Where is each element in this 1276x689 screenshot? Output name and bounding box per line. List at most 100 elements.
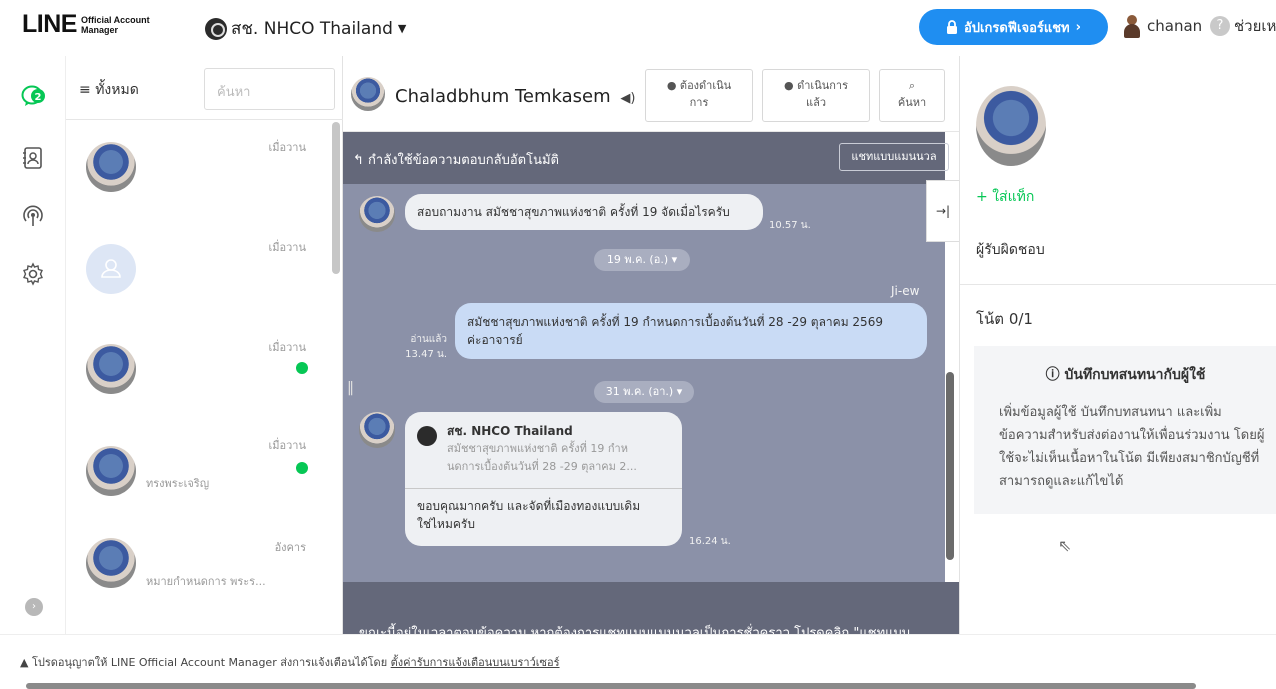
- sender-name: Ji-ew: [891, 284, 920, 298]
- notification-message: ▲ โปรดอนุญาตให้ LINE Official Account Ma…: [20, 653, 560, 671]
- top-header: LINE Official Account Manager สช. NHCO T…: [0, 0, 1276, 56]
- reply-arrow-icon: ↰: [353, 153, 364, 168]
- date-separator[interactable]: 19 พ.ค. (อ.) ▾: [594, 249, 690, 271]
- autoreply-text: ↰ กำลังใช้ข้อความตอบกลับอัตโนมัติ: [353, 149, 559, 170]
- message-time: 10.57 น.: [769, 220, 811, 231]
- divider: [960, 284, 1276, 285]
- caret-down-icon: ▼: [397, 22, 407, 35]
- chat-list-scrollbar[interactable]: [332, 122, 340, 274]
- contact-avatar: [86, 344, 136, 394]
- chat-list-header: ≡ ทั้งหมด ค้นหา: [66, 56, 343, 120]
- chat-list-item[interactable]: เมื่อวาน: [66, 224, 328, 326]
- notes-empty-state: ⓘ บันทึกบทสนทนากับผู้ใช้ เพิ่มข้อมูลผู้ใ…: [974, 346, 1276, 514]
- unread-dot: [296, 462, 308, 474]
- chat-badge: 2: [35, 92, 42, 103]
- chat-preview: หมายกำหนดการ พระร...: [146, 575, 266, 588]
- contacts-nav-icon[interactable]: [21, 146, 45, 170]
- search-chat-button[interactable]: ⌕ ค้นหา: [879, 69, 945, 122]
- chevron-right-icon: ›: [1075, 19, 1081, 35]
- date-label: 31 พ.ค. (อา.): [605, 385, 674, 398]
- user-menu[interactable]: chanan: [1122, 14, 1202, 38]
- expand-rail-button[interactable]: ›: [25, 598, 43, 616]
- done-label-2: แล้ว: [805, 96, 826, 109]
- chat-time: เมื่อวาน: [268, 439, 307, 452]
- broadcast-nav-icon[interactable]: [21, 204, 45, 228]
- settings-gear-icon[interactable]: [21, 262, 45, 286]
- contact-avatar: [86, 538, 136, 588]
- lock-icon: [947, 20, 957, 34]
- chat-time: เมื่อวาน: [268, 341, 307, 354]
- todo-label-2: การ: [689, 96, 709, 109]
- contact-avatar: [86, 446, 136, 496]
- manual-chat-button[interactable]: แชทแบบแมนนวล: [839, 143, 949, 171]
- quote-divider: [405, 488, 682, 489]
- notification-text: โปรดอนุญาตให้ LINE Official Account Mana…: [31, 656, 388, 669]
- check-icon: ●: [784, 79, 794, 92]
- unread-dot: [296, 362, 308, 374]
- date-separator[interactable]: 31 พ.ค. (อา.) ▾: [594, 381, 694, 403]
- business-hours-notice: ขณะนี้อยู่ในเวลาตอบข้อความ หากต้องการแชท…: [343, 582, 959, 634]
- contact-info-panel: + ใส่แท็ก ผู้รับผิดชอบ โน้ต 0/1 ⓘ บันทึก…: [959, 56, 1276, 634]
- contact-avatar[interactable]: [351, 77, 385, 111]
- account-switcher[interactable]: สช. NHCO Thailand ▼: [205, 15, 406, 42]
- quoted-account-avatar: [417, 426, 437, 446]
- quoted-line-1: สมัชชาสุขภาพแห่งชาติ ครั้งที่ 19 กำห: [447, 442, 628, 455]
- notes-heading-text: บันทึกบทสนทนากับผู้ใช้: [1064, 367, 1206, 383]
- plus-icon: +: [976, 189, 988, 205]
- help-label: ช่วยเห: [1234, 17, 1276, 35]
- sender-avatar: [359, 412, 395, 448]
- notes-heading: ⓘ บันทึกบทสนทนากับผู้ใช้: [974, 364, 1276, 386]
- assignee-label[interactable]: ผู้รับผิดชอบ: [976, 239, 1045, 261]
- chat-panel: Chaladbhum Temkasem ◀) ● ต้องดำเนิน การ …: [343, 56, 959, 634]
- line-oa-logo[interactable]: LINE Official Account Manager: [22, 10, 150, 39]
- drag-handle-icon[interactable]: ‖: [347, 380, 354, 396]
- chat-list-item[interactable]: เมื่อวาน ทรงพระเจริญ: [66, 428, 328, 530]
- date-label: 19 พ.ค. (อ.): [606, 253, 669, 266]
- speaker-icon[interactable]: ◀): [620, 91, 635, 106]
- search-label: ค้นหา: [897, 96, 927, 109]
- toggle-side-panel-icon[interactable]: →|: [926, 180, 959, 242]
- contact-name[interactable]: Chaladbhum Temkasem ◀): [395, 86, 635, 107]
- info-icon: ⓘ: [1045, 367, 1060, 383]
- notification-settings-link[interactable]: ตั้งค่ารับการแจ้งเตือนบนเบราว์เซอร์: [391, 656, 560, 669]
- message-time: 16.24 น.: [689, 536, 731, 547]
- chat-header: Chaladbhum Temkasem ◀) ● ต้องดำเนิน การ …: [343, 56, 959, 132]
- chat-time: เมื่อวาน: [268, 141, 307, 154]
- todo-button[interactable]: ● ต้องดำเนิน การ: [645, 69, 753, 122]
- add-tag-label: ใส่แท็ก: [992, 189, 1035, 205]
- chat-search-input[interactable]: ค้นหา: [204, 68, 335, 110]
- help-menu[interactable]: ? ช่วยเห: [1210, 14, 1276, 38]
- upgrade-label: อัปเกรดฟีเจอร์แชท: [964, 20, 1070, 36]
- chat-preview: ทรงพระเจริญ: [146, 477, 210, 490]
- reply-line-2: ใช่ไหมครับ: [417, 517, 475, 531]
- incoming-message: สอบถามงาน สมัชชาสุขภาพแห่งชาติ ครั้งที่ …: [405, 194, 763, 230]
- notes-count-label: โน้ต 0/1: [976, 310, 1033, 328]
- contact-profile-avatar: [976, 86, 1046, 166]
- contact-avatar: [86, 142, 136, 192]
- add-tag-button[interactable]: + ใส่แท็ก: [976, 186, 1034, 208]
- notice-text: ขณะนี้อยู่ในเวลาตอบข้อความ หากต้องการแชท…: [359, 626, 911, 634]
- mouse-cursor-icon: ⇖: [1058, 536, 1072, 555]
- chat-list-item[interactable]: อังคาร หมายกำหนดการ พระร...: [66, 530, 328, 632]
- read-status: อ่านแล้ว 13.47 น.: [395, 332, 447, 362]
- quoted-sender: สช. NHCO Thailand: [447, 424, 573, 438]
- chat-nav-icon[interactable]: 2: [21, 84, 45, 108]
- autoreply-label: กำลังใช้ข้อความตอบกลับอัตโนมัติ: [368, 153, 559, 168]
- chat-time: อังคาร: [274, 541, 306, 554]
- chat-filter-dropdown[interactable]: ≡ ทั้งหมด: [79, 79, 139, 101]
- todo-label-1: ต้องดำเนิน: [679, 79, 732, 92]
- done-label-1: ดำเนินการ: [797, 79, 848, 92]
- logo-sub-line1: Official Account: [80, 14, 150, 25]
- chat-list-item[interactable]: เมื่อวาน: [66, 326, 328, 428]
- chat-list-item[interactable]: เมื่อวาน: [66, 122, 328, 224]
- bell-icon: ▲: [20, 656, 29, 669]
- logo-sub-line2: Manager: [80, 24, 118, 35]
- done-button[interactable]: ● ดำเนินการ แล้ว: [762, 69, 870, 122]
- horizontal-scrollbar[interactable]: [26, 683, 1196, 689]
- search-icon: ⌕: [908, 79, 916, 92]
- message-scrollbar[interactable]: [946, 372, 954, 560]
- reply-message: สช. NHCO Thailand สมัชชาสุขภาพแห่งชาติ ค…: [405, 412, 682, 546]
- upgrade-chat-button[interactable]: อัปเกรดฟีเจอร์แชท ›: [919, 9, 1108, 45]
- outgoing-message: สมัชชาสุขภาพแห่งชาติ ครั้งที่ 19 กำหนดกา…: [455, 303, 927, 359]
- message-area: สอบถามงาน สมัชชาสุขภาพแห่งชาติ ครั้งที่ …: [343, 184, 945, 582]
